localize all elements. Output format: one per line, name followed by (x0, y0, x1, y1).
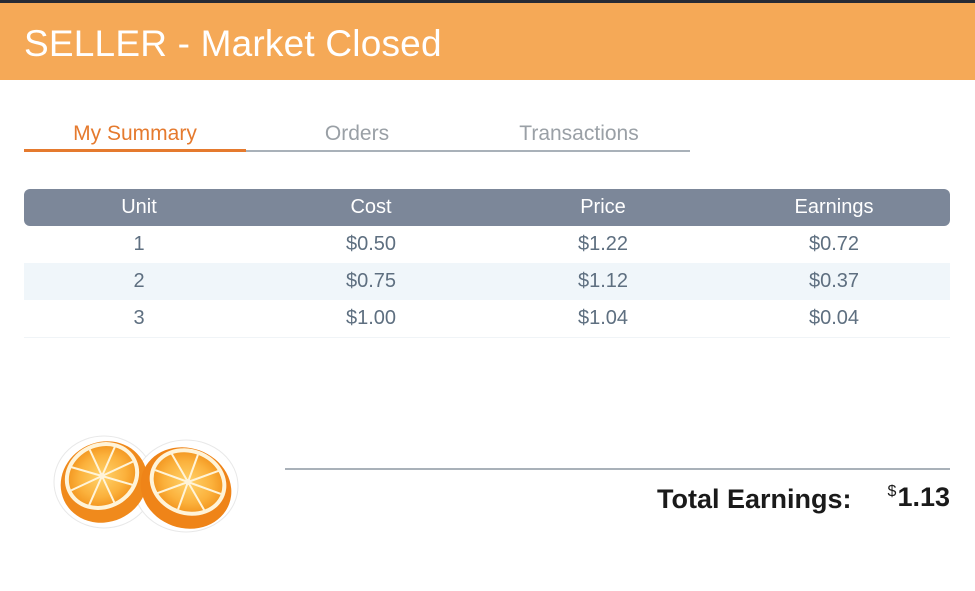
total-earnings-label: Total Earnings: (657, 484, 852, 514)
cell-cost: $0.75 (345, 270, 397, 292)
currency-symbol: $ (887, 483, 897, 500)
column-header-unit: Unit (121, 196, 157, 218)
cell-unit: 3 (133, 307, 145, 329)
cell-cost: $0.50 (345, 233, 397, 255)
cell-cost: $1.00 (345, 307, 397, 329)
cell-earnings: $0.04 (808, 307, 860, 329)
total-earnings-value: $1.13 (888, 482, 950, 513)
total-earnings-amount: 1.13 (897, 482, 950, 512)
column-header-price: Price (580, 196, 626, 218)
tab-bar: My Summary Orders Transactions (24, 118, 690, 152)
cell-earnings: $0.72 (808, 233, 860, 255)
column-header-earnings: Earnings (794, 196, 874, 218)
table-row: 3 $1.00 $1.04 $0.04 (24, 300, 950, 337)
total-divider (285, 468, 950, 470)
table-row: 2 $0.75 $1.12 $0.37 (24, 263, 950, 300)
tab-my-summary[interactable]: My Summary (24, 118, 246, 152)
table-row: 1 $0.50 $1.22 $0.72 (24, 226, 950, 263)
tab-transactions[interactable]: Transactions (468, 118, 690, 150)
cell-unit: 2 (133, 270, 145, 292)
table-header: Unit Cost Price Earnings (24, 189, 950, 226)
cell-price: $1.04 (577, 307, 629, 329)
table-bottom-border (24, 337, 950, 338)
cell-unit: 1 (133, 233, 145, 255)
page-title: SELLER - Market Closed (24, 23, 442, 64)
tab-orders[interactable]: Orders (246, 118, 468, 150)
orange-halves-icon (52, 426, 242, 536)
cell-price: $1.22 (577, 233, 629, 255)
app-header: SELLER - Market Closed (0, 3, 975, 80)
column-header-cost: Cost (350, 196, 392, 218)
summary-table: Unit Cost Price Earnings 1 $0.50 $1.22 $… (24, 189, 950, 338)
cell-earnings: $0.37 (808, 270, 860, 292)
cell-price: $1.12 (577, 270, 629, 292)
